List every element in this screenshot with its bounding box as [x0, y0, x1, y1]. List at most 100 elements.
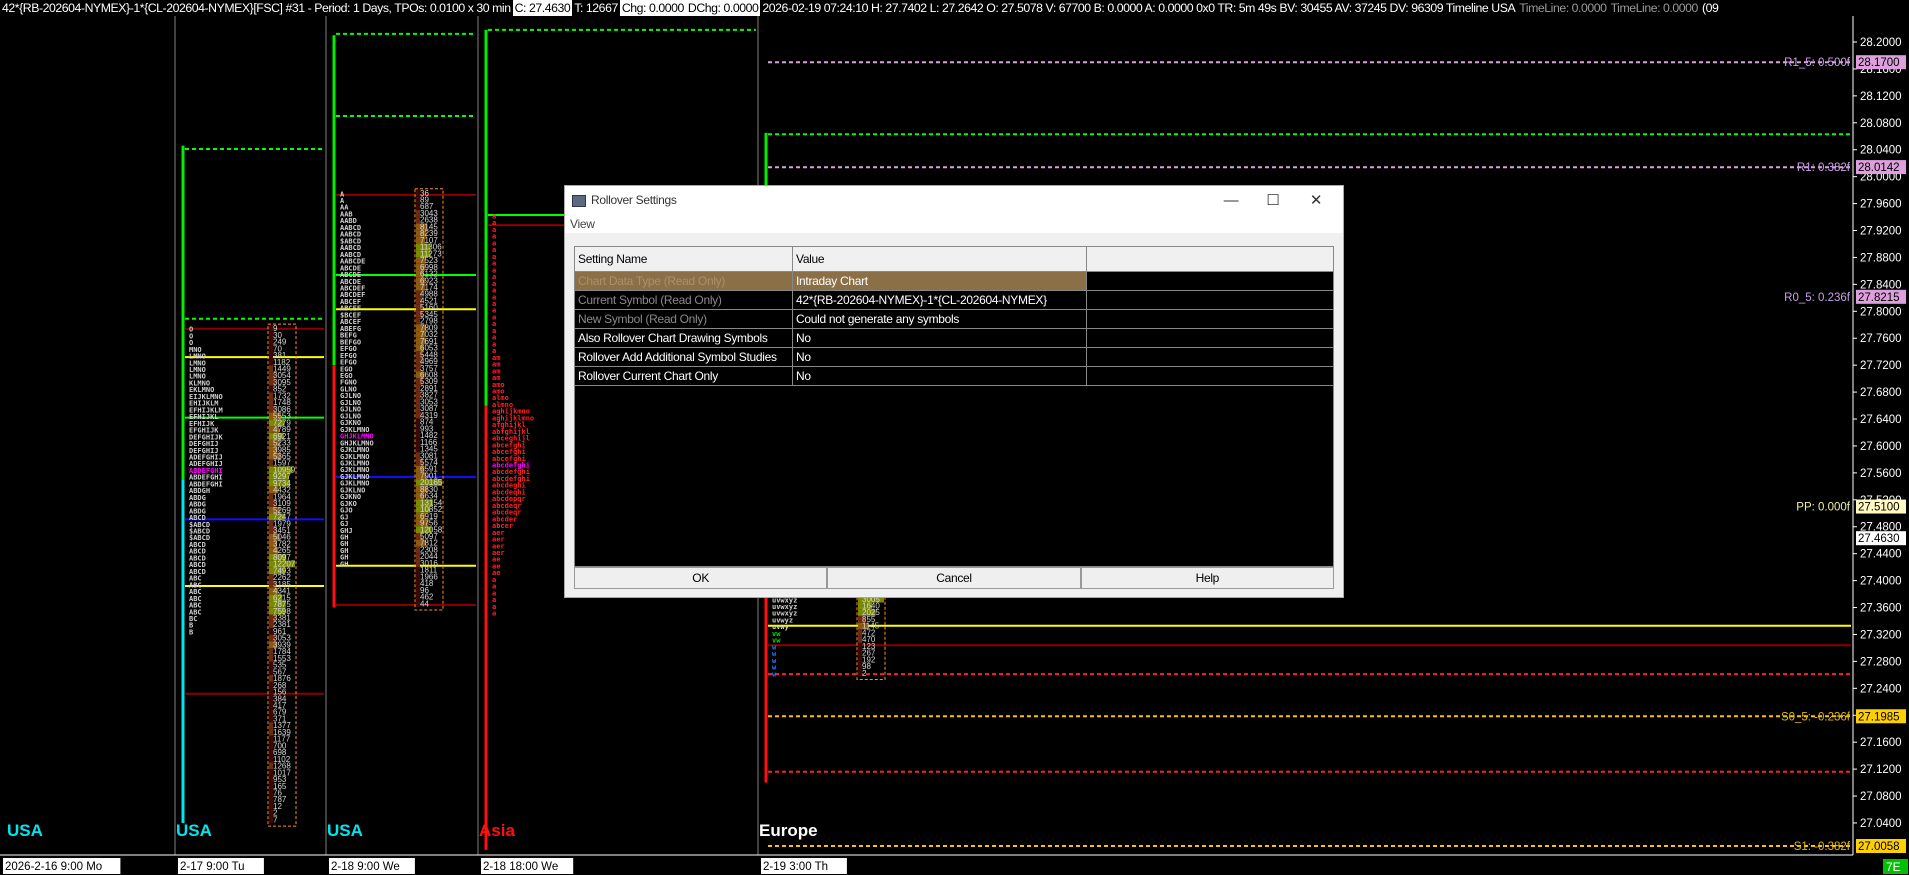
daily-change-value: DChg: 0.0000: [685, 0, 761, 16]
table-row[interactable]: Chart Data Type (Read Only) Intraday Char…: [575, 272, 1333, 291]
empty-cell: [1087, 348, 1333, 366]
minimize-button[interactable]: —: [1211, 189, 1251, 213]
corner-badge: 7E: [1886, 860, 1901, 874]
price-tick-label: 28.0400: [1860, 145, 1902, 157]
price-tick-label: 27.0800: [1860, 791, 1902, 803]
price-tick-label: 28.0800: [1860, 118, 1902, 130]
price-level-label: S0_5: -0.236f: [1781, 711, 1851, 723]
cancel-button[interactable]: Cancel: [827, 567, 1081, 589]
setting-name: Chart Data Type (Read Only): [575, 272, 793, 290]
price-tick-label: 27.9200: [1860, 226, 1902, 238]
session-label: USA: [176, 821, 212, 840]
app-window-icon: [572, 195, 586, 207]
session-label: Asia: [479, 821, 515, 840]
price-tick-label: 27.6000: [1860, 441, 1902, 453]
setting-value[interactable]: No: [793, 348, 1087, 366]
price-level-value: 27.8215: [1858, 292, 1900, 304]
tpo-row: B: [189, 628, 193, 636]
price-tick-label: 27.7200: [1860, 360, 1902, 372]
ticks-value: T: 12667: [574, 1, 618, 15]
ok-button[interactable]: OK: [574, 567, 828, 589]
price-level-value: 27.0058: [1858, 841, 1900, 853]
table-row[interactable]: Rollover Current Chart Only No: [575, 367, 1333, 386]
setting-name: Rollover Current Chart Only: [575, 367, 793, 385]
price-tick-label: 28.2000: [1860, 37, 1902, 49]
tpo-row: a: [492, 610, 496, 618]
timeline-2: TimeLine: 0.0000: [1610, 1, 1699, 15]
price-level-label: R1: 0.382f: [1797, 162, 1851, 174]
time-label: 2026-2-16 9:00 Mo: [5, 861, 102, 873]
maximize-button[interactable]: ☐: [1253, 189, 1293, 213]
price-tick-label: 27.4400: [1860, 549, 1902, 561]
session-label: Europe: [759, 821, 818, 840]
price-tick-label: 27.8800: [1860, 252, 1902, 264]
price-level-value: 27.1985: [1858, 711, 1900, 723]
session-label: USA: [7, 821, 43, 840]
rollover-settings-dialog: Rollover Settings — ☐ ✕ View Setting Nam…: [564, 185, 1344, 598]
column-header-setting-name[interactable]: Setting Name: [575, 247, 793, 271]
setting-value[interactable]: Intraday Chart: [793, 272, 1087, 290]
price-level-value: 28.1700: [1858, 57, 1900, 69]
volume-value: 2: [862, 669, 867, 678]
volume-value: 44: [420, 599, 429, 608]
price-tick-label: 27.3200: [1860, 629, 1902, 641]
setting-value[interactable]: Could not generate any symbols: [793, 310, 1087, 328]
timeline-1: TimeLine: 0.0000: [1519, 1, 1607, 15]
empty-cell: [1087, 291, 1333, 309]
menu-view[interactable]: View: [570, 217, 595, 231]
table-header: Setting Name Value: [575, 247, 1333, 272]
table-row[interactable]: Current Symbol (Read Only) 42*{RB-202604-…: [575, 291, 1333, 310]
setting-value[interactable]: No: [793, 367, 1087, 385]
price-level-value: 28.0142: [1858, 162, 1900, 174]
price-tick-label: 27.9600: [1860, 199, 1902, 211]
price-level-value: 27.4630: [1858, 533, 1900, 545]
price-level-value: 27.5100: [1858, 502, 1900, 514]
setting-name: Also Rollover Chart Drawing Symbols: [575, 329, 793, 347]
price-level-label: R1_5: 0.500f: [1784, 57, 1851, 69]
price-tick-label: 28.1200: [1860, 91, 1902, 103]
price-tick-label: 27.0400: [1860, 818, 1902, 830]
price-tick-label: 27.3600: [1860, 603, 1902, 615]
setting-name: Current Symbol (Read Only): [575, 291, 793, 309]
header-tail: (09: [1701, 1, 1719, 15]
time-label: 2-18 9:00 We: [331, 861, 400, 873]
time-label: 2-18 18:00 We: [483, 861, 558, 873]
table-row[interactable]: New Symbol (Read Only) Could not generate…: [575, 310, 1333, 329]
price-tick-label: 27.6800: [1860, 387, 1902, 399]
change-value: Chg: 0.0000: [619, 0, 686, 16]
volume-value: 7: [273, 815, 278, 824]
bar-stats: 2026-02-19 07:24:10 H: 27.7402 L: 27.264…: [762, 1, 1516, 15]
setting-name: Rollover Add Additional Symbol Studies: [575, 348, 793, 366]
price-tick-label: 27.1200: [1860, 764, 1902, 776]
empty-cell: [1087, 272, 1333, 290]
dialog-title-bar[interactable]: Rollover Settings — ☐ ✕: [565, 186, 1343, 216]
help-button[interactable]: Help: [1080, 567, 1334, 589]
setting-value[interactable]: 42*{RB-202604-NYMEX}-1*{CL-202604-NYMEX}: [793, 291, 1087, 309]
table-row[interactable]: Rollover Add Additional Symbol Studies No: [575, 348, 1333, 367]
price-tick-label: 27.6400: [1860, 414, 1902, 426]
time-label: 2-17 9:00 Tu: [180, 861, 245, 873]
dialog-title: Rollover Settings: [591, 193, 677, 207]
price-level-label: S1: -0.382f: [1794, 841, 1851, 853]
time-label: 2-19 3:00 Th: [763, 861, 828, 873]
column-header-empty: [1087, 247, 1333, 271]
price-tick-label: 27.8400: [1860, 279, 1902, 291]
price-level-label: PP: 0.000f: [1796, 502, 1851, 514]
table-row[interactable]: Also Rollover Chart Drawing Symbols No: [575, 329, 1333, 348]
session-label: USA: [327, 821, 363, 840]
menu-bar: View: [565, 216, 1343, 233]
close-button[interactable]: ✕: [1296, 189, 1336, 213]
tpo-row: GH: [340, 560, 348, 568]
chart-header: 42*{RB-202604-NYMEX}-1*{CL-202604-NYMEX}…: [0, 0, 1853, 16]
setting-value[interactable]: No: [793, 329, 1087, 347]
empty-cell: [1087, 329, 1333, 347]
symbol-info: 42*{RB-202604-NYMEX}-1*{CL-202604-NYMEX}…: [2, 1, 511, 15]
price-tick-label: 27.2800: [1860, 656, 1902, 668]
settings-table: Setting Name Value Chart Data Type (Read…: [574, 246, 1334, 567]
empty-cell: [1087, 310, 1333, 328]
setting-name: New Symbol (Read Only): [575, 310, 793, 328]
price-tick-label: 27.4000: [1860, 576, 1902, 588]
column-header-value[interactable]: Value: [793, 247, 1087, 271]
price-tick-label: 27.5600: [1860, 468, 1902, 480]
price-tick-label: 27.8000: [1860, 306, 1902, 318]
